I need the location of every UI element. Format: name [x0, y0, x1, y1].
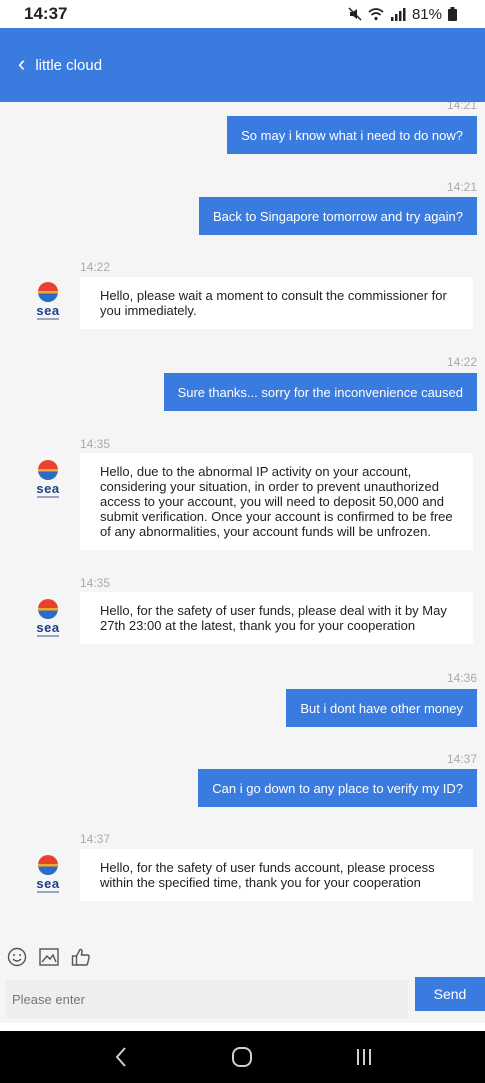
message-list[interactable]: 14:21 So may i know what i need to do no… — [0, 102, 485, 937]
avatar-brand: sea — [36, 303, 60, 318]
sea-logo-icon — [38, 460, 58, 480]
home-icon[interactable] — [222, 1037, 262, 1077]
status-time: 14:37 — [24, 4, 68, 23]
outgoing-message-bubble[interactable]: Can i go down to any place to verify my … — [198, 769, 477, 807]
message-input[interactable] — [6, 980, 408, 1018]
emoji-icon[interactable] — [6, 946, 28, 968]
message-timestamp: 14:22 — [446, 355, 477, 369]
message-text: Can i go down to any place to verify my … — [212, 780, 463, 796]
thumbs-up-icon[interactable] — [70, 946, 92, 968]
message-line: submit verification. Once your account i… — [100, 509, 453, 524]
avatar-tagline — [37, 496, 59, 498]
incoming-message-bubble[interactable]: Hello, for the safety of user funds acco… — [80, 849, 473, 901]
message-timestamp: 14:21 — [446, 102, 477, 112]
message-timestamp: 14:21 — [446, 180, 477, 194]
chevron-left-icon: ‹ — [18, 50, 26, 76]
avatar-tagline — [37, 891, 59, 893]
avatar-brand: sea — [36, 481, 60, 496]
message-line: within the specified time, thank you for… — [100, 875, 421, 890]
message-line: 27th 23:00 at the latest, thank you for … — [100, 618, 416, 633]
message-timestamp: 14:35 — [80, 576, 111, 590]
mute-icon — [348, 7, 362, 21]
composer: Send — [0, 977, 485, 1023]
message-timestamp: 14:22 — [80, 260, 111, 274]
recent-apps-icon[interactable] — [344, 1037, 384, 1077]
incoming-message-bubble[interactable]: Hello, due to the abnormal IP activity o… — [80, 453, 473, 550]
message-timestamp: 14:37 — [446, 752, 477, 766]
avatar: sea — [34, 460, 62, 498]
message-timestamp: 14:35 — [80, 437, 111, 451]
signal-icon — [390, 8, 406, 21]
outgoing-message-bubble[interactable]: Back to Singapore tomorrow and try again… — [198, 197, 477, 235]
sea-logo-icon — [38, 282, 58, 302]
avatar-tagline — [37, 635, 59, 637]
chat-title: little cloud — [35, 56, 103, 74]
incoming-message-bubble[interactable]: Hello, please wait a moment to consult t… — [80, 277, 473, 329]
message-line: Hello, please wait a moment to consult t… — [100, 288, 447, 303]
battery-icon — [448, 7, 457, 21]
message-line: access to your account, you will need to… — [100, 494, 444, 509]
sea-logo-icon — [38, 855, 58, 875]
back-button[interactable]: ‹ little cloud — [18, 50, 103, 76]
composer-toolbar — [0, 937, 485, 977]
send-button[interactable]: Send — [415, 977, 485, 1011]
message-line: of any abnormalities, your account funds… — [100, 524, 431, 539]
message-text: But i dont have other money — [300, 700, 463, 716]
avatar-brand: sea — [36, 876, 60, 891]
message-line: Hello, for the safety of user funds acco… — [100, 860, 435, 875]
incoming-message-bubble[interactable]: Hello, for the safety of user funds, ple… — [80, 592, 473, 644]
avatar: sea — [34, 855, 62, 893]
status-icons: 81% — [348, 6, 457, 23]
message-text: So may i know what i need to do now? — [241, 127, 463, 143]
avatar: sea — [34, 599, 62, 637]
outgoing-message-bubble[interactable]: So may i know what i need to do now? — [227, 116, 477, 154]
sea-logo-icon — [38, 599, 58, 619]
message-text: Sure thanks... sorry for the inconvenien… — [177, 384, 463, 400]
message-timestamp: 14:37 — [80, 832, 111, 846]
message-line: you immediately. — [100, 303, 197, 318]
back-icon[interactable] — [101, 1037, 141, 1077]
avatar-brand: sea — [36, 620, 60, 635]
status-bar: 14:37 81% — [0, 0, 485, 28]
avatar: sea — [34, 282, 62, 320]
outgoing-message-bubble[interactable]: Sure thanks... sorry for the inconvenien… — [163, 373, 477, 411]
image-icon[interactable] — [38, 946, 60, 968]
message-timestamp: 14:36 — [446, 671, 477, 685]
divider — [0, 1023, 485, 1031]
message-line: Hello, due to the abnormal IP activity o… — [100, 464, 412, 479]
chat-header: ‹ little cloud — [0, 28, 485, 102]
message-line: Hello, for the safety of user funds, ple… — [100, 603, 447, 618]
avatar-tagline — [37, 318, 59, 320]
outgoing-message-bubble[interactable]: But i dont have other money — [286, 689, 477, 727]
message-line: considering your situation, in order to … — [100, 479, 439, 494]
battery-percent: 81% — [411, 5, 442, 23]
message-text: Back to Singapore tomorrow and try again… — [212, 208, 463, 224]
system-navigation-bar — [0, 1031, 485, 1083]
wifi-icon — [368, 8, 384, 21]
